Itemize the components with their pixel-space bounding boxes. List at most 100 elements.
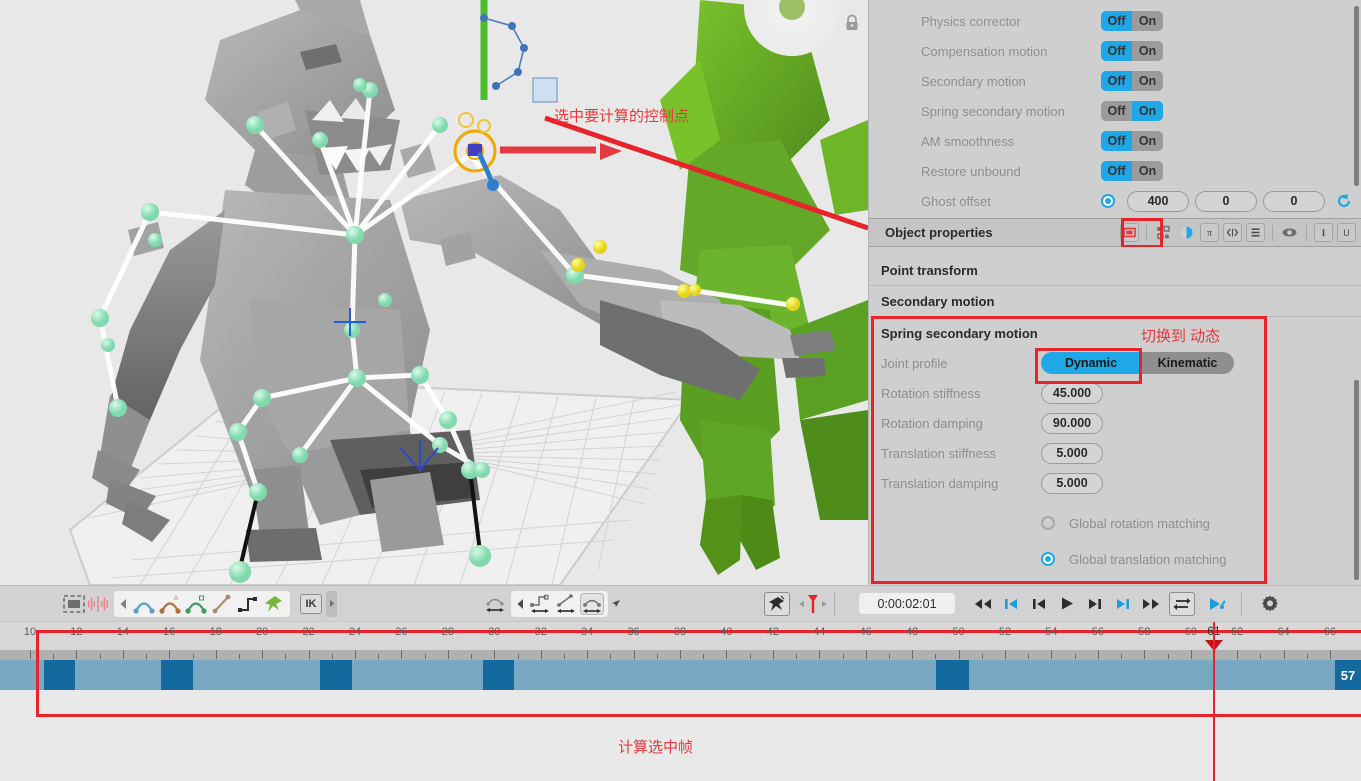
pin-key-icon[interactable] [764, 591, 790, 616]
jump-end-icon[interactable] [1109, 592, 1137, 616]
expand-arrow-icon[interactable] [326, 590, 337, 617]
toggle-off-label[interactable]: Off [1101, 41, 1132, 61]
ruler-label: 60 [1184, 626, 1197, 638]
section-point-transform[interactable]: Point transform [869, 256, 1361, 286]
label-global-translation-matching: Global translation matching [1069, 551, 1227, 567]
interp-auto-icon[interactable]: A [158, 593, 182, 615]
keyframe-block[interactable] [483, 660, 515, 690]
toggle-on-label[interactable]: On [1132, 131, 1163, 151]
interp-linear-icon[interactable] [210, 593, 234, 615]
toggle-compensation-motion[interactable]: Off On [1101, 41, 1163, 61]
toggle-spring-secondary-motion[interactable]: Off On [1101, 101, 1163, 121]
toggle-on-label[interactable]: On [1132, 71, 1163, 91]
track-end-badge: 57 [1335, 660, 1361, 690]
eye-icon[interactable] [1280, 223, 1299, 242]
ghost-offset-x-field[interactable]: 400 [1127, 190, 1189, 212]
interp-pin-icon[interactable] [262, 593, 286, 615]
joint-profile-segmented-control[interactable]: Dynamic Kinematic [1041, 352, 1234, 374]
marquee-select-icon[interactable] [62, 593, 86, 615]
joint-profile-dynamic-option[interactable]: Dynamic [1041, 352, 1141, 374]
label-physics-corrector: Physics corrector [921, 13, 1021, 29]
loop-icon[interactable] [1169, 591, 1195, 616]
toggle-off-label[interactable]: Off [1101, 11, 1132, 31]
gear-icon[interactable] [1256, 592, 1284, 616]
blue-circle-icon[interactable] [1177, 223, 1196, 242]
toggle-on-label[interactable]: On [1132, 161, 1163, 181]
panel-scrollbar-bottom[interactable] [1354, 380, 1359, 580]
play-range-icon[interactable] [1203, 592, 1231, 616]
ruler-major-tick [169, 650, 171, 659]
reset-icon[interactable] [1335, 192, 1353, 210]
toggle-off-label[interactable]: Off [1101, 131, 1132, 151]
update-icon[interactable]: U [1337, 223, 1356, 242]
toggle-off-label[interactable]: Off [1101, 101, 1132, 121]
ease-prev-arrow-icon[interactable] [515, 593, 526, 615]
toggle-secondary-motion[interactable]: Off On [1101, 71, 1163, 91]
toggle-restore-unbound[interactable]: Off On [1101, 161, 1163, 181]
play-icon[interactable] [1053, 592, 1081, 616]
joint-profile-kinematic-option[interactable]: Kinematic [1141, 352, 1234, 374]
spring-section-header[interactable]: Spring secondary motion [869, 318, 1361, 348]
ghost-offset-radio[interactable] [1101, 194, 1115, 208]
toggle-on-label[interactable]: On [1132, 11, 1163, 31]
toggle-on-label[interactable]: On [1132, 101, 1163, 121]
timecode-display[interactable]: 0:00:02:01 [859, 593, 955, 614]
rotation-damping-field[interactable]: 90.000 [1041, 412, 1103, 434]
ease-linear-icon[interactable] [554, 593, 578, 615]
timeline[interactable]: 57 计算选中帧 10 12 14 16 18 20 22 24 26 28 30 32 34 36 38 4… [0, 622, 1361, 781]
graph-node-icon[interactable] [1154, 223, 1173, 242]
list-icon[interactable] [1246, 223, 1265, 242]
ghost-offset-z-field[interactable]: 0 [1263, 190, 1325, 212]
track-background[interactable] [0, 660, 1361, 690]
interp-step-icon[interactable] [236, 593, 260, 615]
next-frame-icon[interactable] [1081, 592, 1109, 616]
ease-both-icon[interactable] [483, 593, 507, 615]
lock-icon[interactable] [844, 14, 860, 32]
label-global-rotation-matching: Global rotation matching [1069, 515, 1210, 531]
3d-viewport[interactable]: 选中要计算的控制点 [0, 0, 868, 585]
global-translation-matching-radio[interactable] [1041, 552, 1055, 566]
translation-damping-field[interactable]: 5.000 [1041, 472, 1103, 494]
pi-icon[interactable]: π [1200, 223, 1219, 242]
ruler-major-tick [1190, 650, 1192, 659]
keyframe-block[interactable] [319, 660, 353, 690]
toggle-am-smoothness[interactable]: Off On [1101, 131, 1163, 151]
timeline-track[interactable]: 57 [0, 660, 1361, 690]
prev-frame-icon[interactable] [1025, 592, 1053, 616]
ghost-offset-y-field[interactable]: 0 [1195, 190, 1257, 212]
rewind-icon[interactable] [969, 592, 997, 616]
jump-start-icon[interactable] [997, 592, 1025, 616]
toggle-off-label[interactable]: Off [1101, 71, 1132, 91]
svg-text:I: I [1322, 228, 1326, 238]
toggle-physics-corrector[interactable]: Off On [1101, 11, 1163, 31]
ease-step-icon[interactable] [528, 593, 552, 615]
fast-forward-icon[interactable] [1137, 592, 1165, 616]
ruler-major-tick [1330, 650, 1331, 659]
ease-smooth-icon[interactable] [580, 592, 604, 615]
keyframe-block[interactable] [936, 660, 970, 690]
rotation-stiffness-field[interactable]: 45.000 [1041, 382, 1103, 404]
gizmo-axis-front[interactable] [779, 0, 805, 20]
ruler-major-tick [587, 650, 589, 659]
audio-waveform-icon[interactable] [86, 593, 110, 615]
global-rotation-matching-radio[interactable] [1041, 516, 1055, 530]
interp-spline-icon[interactable] [184, 593, 208, 615]
panel-scrollbar-top[interactable] [1354, 6, 1359, 186]
keyframe-block[interactable] [43, 660, 75, 690]
translation-stiffness-field[interactable]: 5.000 [1041, 442, 1103, 464]
ruler-major-tick [355, 650, 356, 659]
interp-smooth-icon[interactable] [132, 593, 156, 615]
code-brackets-icon[interactable] [1223, 223, 1242, 242]
toggle-off-label[interactable]: Off [1101, 161, 1132, 181]
keyframe-block[interactable] [160, 660, 194, 690]
marker-icon[interactable] [798, 593, 828, 615]
interp-prev-arrow-icon[interactable] [118, 593, 130, 615]
red-square-icon[interactable] [1120, 223, 1139, 242]
section-secondary-motion[interactable]: Secondary motion [869, 287, 1361, 317]
transport-toolbar: A IK 0:00:02:01 [0, 585, 1361, 622]
label-am-smoothness: AM smoothness [921, 133, 1015, 149]
ik-mode-button[interactable]: IK [300, 593, 322, 614]
insert-icon[interactable]: I [1314, 223, 1333, 242]
toggle-on-label[interactable]: On [1132, 41, 1163, 61]
ruler-label: 50 [952, 626, 965, 638]
